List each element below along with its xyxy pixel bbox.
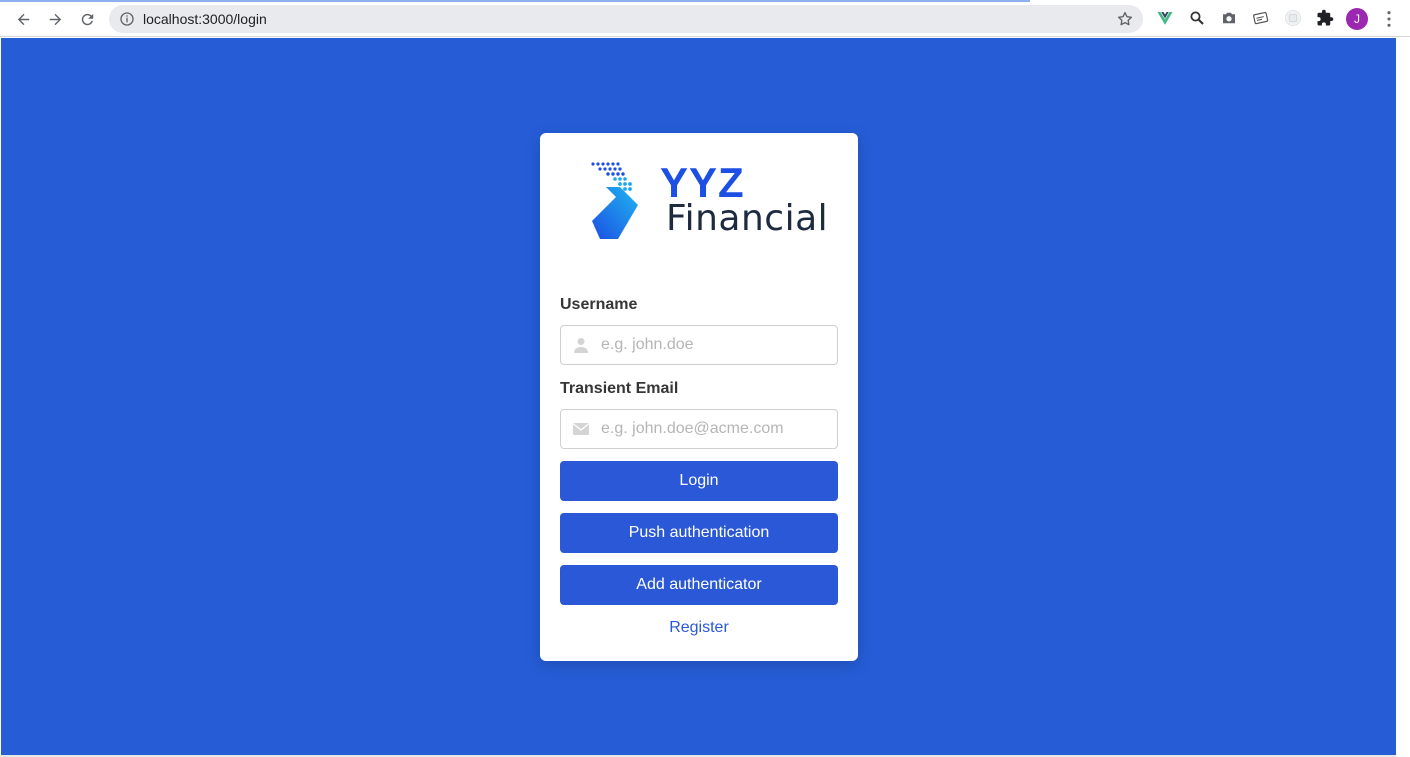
back-button[interactable] [10,6,36,32]
email-input[interactable] [601,410,831,448]
email-label: Transient Email [560,380,679,397]
window-right-edge [1396,38,1410,757]
reload-icon [81,13,93,25]
arrow-left-icon [17,13,29,25]
logo-wordmark-bottom: Financial [666,198,829,239]
browser-menu-button[interactable] [1380,8,1398,30]
more-vert-icon [1387,11,1391,27]
username-field-wrapper [560,325,838,365]
blank-square-icon [1285,10,1301,26]
yyz-financial-logo: YYZ Financial [590,159,828,243]
card-icon [1253,11,1269,25]
browser-toolbar: localhost:3000/login J [0,0,1410,37]
address-url[interactable]: localhost:3000/login [143,11,267,27]
reload-button[interactable] [74,6,100,32]
logo-mark-icon [591,162,638,239]
extensions-menu-button[interactable] [1315,8,1335,28]
register-link[interactable]: Register [540,619,858,637]
envelope-icon [573,423,589,435]
forward-button[interactable] [42,6,68,32]
page-load-progress [0,0,1030,2]
vue-icon [1157,12,1173,25]
login-page-background: YYZ Financial Username Transient Email L… [1,38,1396,755]
star-icon[interactable] [1116,10,1134,28]
username-input[interactable] [601,326,831,364]
camera-icon [1223,12,1235,24]
login-card: YYZ Financial Username Transient Email L… [540,133,858,661]
push-authentication-button[interactable]: Push authentication [560,513,838,553]
profile-avatar[interactable]: J [1346,8,1368,30]
user-icon [574,338,588,353]
address-bar[interactable]: localhost:3000/login [109,5,1143,33]
card-extension[interactable] [1251,8,1271,28]
puzzle-icon [1317,9,1334,26]
username-label: Username [560,296,638,313]
magnifier-icon [1190,11,1204,25]
add-authenticator-button[interactable]: Add authenticator [560,565,838,605]
login-button[interactable]: Login [560,461,838,501]
screenshot-extension[interactable] [1219,8,1239,28]
arrow-right-icon [49,13,61,25]
blank-extension[interactable] [1283,8,1303,28]
vue-devtools-extension[interactable] [1155,8,1175,28]
search-extension[interactable] [1187,8,1207,28]
info-icon[interactable] [119,11,135,27]
email-field-wrapper [560,409,838,449]
